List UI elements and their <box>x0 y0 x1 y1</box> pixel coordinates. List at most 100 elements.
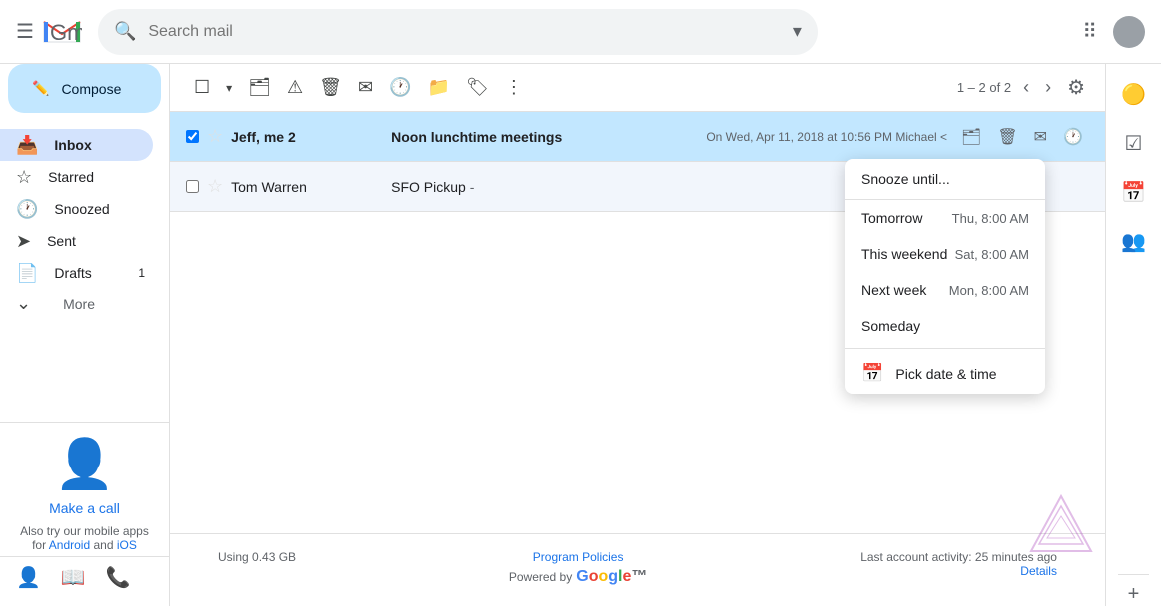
right-panel: 🟡 ☑ 📅 👥 + <box>1105 64 1161 606</box>
tasks-icon[interactable]: ☑ <box>1115 121 1153 166</box>
delete-button[interactable]: 🗑 <box>311 71 350 104</box>
calendar-icon[interactable]: 📅 <box>1111 170 1156 215</box>
snooze-calendar-icon: 📅 <box>861 363 883 384</box>
table-row[interactable]: ☆ Jeff, me 2 Noon lunchtime meetings On … <box>170 112 1105 162</box>
compose-button[interactable]: ✏️ Compose <box>8 64 161 113</box>
search-dropdown-icon[interactable]: ▾ <box>793 21 802 42</box>
starred-icon: ☆ <box>16 167 32 188</box>
topbar: ☰ Gmail 🔍 ▾ ⠿ <box>0 0 1161 64</box>
apps-icon[interactable]: ⠿ <box>1074 11 1105 52</box>
mark-unread-button[interactable]: ✉ <box>350 71 381 104</box>
phone-book-icon[interactable]: 📖 <box>61 565 86 590</box>
people-icon[interactable]: 👤 <box>16 565 41 590</box>
inbox-icon: 📥 <box>16 135 38 156</box>
star-icon-1[interactable]: ☆ <box>207 126 223 147</box>
search-input[interactable] <box>148 23 793 41</box>
sidebar-item-snoozed[interactable]: 🕐 Snoozed <box>0 193 153 225</box>
pagination-text: 1 – 2 of 2 <box>957 80 1011 95</box>
compose-label: Compose <box>61 81 121 97</box>
android-link[interactable]: Android <box>49 538 90 552</box>
sidebar-item-sent-label: Sent <box>47 233 76 249</box>
email-sender-2: Tom Warren <box>231 179 391 195</box>
snoozed-icon: 🕐 <box>16 199 38 220</box>
search-box[interactable]: 🔍 ▾ <box>98 9 818 55</box>
settings-icon[interactable]: ⚙ <box>1063 71 1089 104</box>
sidebar-item-sent[interactable]: ➤ Sent <box>0 225 153 257</box>
archive-button[interactable]: 🗂 <box>240 71 279 104</box>
move-to-button[interactable]: 📁 <box>420 71 458 104</box>
email-meta-1: On Wed, Apr 11, 2018 at 10:56 PM Michael… <box>706 123 1089 151</box>
svg-text:Gmail: Gmail <box>50 20 82 45</box>
email-delete-btn-1[interactable]: 🗑 <box>991 123 1023 151</box>
topbar-right: ⠿ <box>1074 11 1145 52</box>
snooze-next-week[interactable]: Next week Mon, 8:00 AM <box>845 272 1045 308</box>
footer-center: Program Policies Powered by Google™ <box>509 550 648 590</box>
program-policies-link[interactable]: Program Policies <box>509 550 648 564</box>
snooze-next-week-label: Next week <box>861 282 926 298</box>
details-link[interactable]: Details <box>1020 564 1057 578</box>
drafts-badge: 1 <box>138 266 145 280</box>
snooze-toolbar-button[interactable]: 🕐 <box>381 71 419 104</box>
sidebar-more-button[interactable]: ⌄ More <box>0 289 169 318</box>
mobile-apps-text: Also try our mobile apps for Android and… <box>16 524 153 552</box>
snooze-divider <box>845 348 1045 349</box>
make-call-link[interactable]: Make a call <box>16 500 153 516</box>
contacts-icon[interactable]: 👥 <box>1111 219 1156 264</box>
label-button[interactable]: 🏷 <box>458 71 497 104</box>
pagination: 1 – 2 of 2 ‹ › ⚙ <box>957 71 1089 104</box>
sent-icon: ➤ <box>16 231 31 252</box>
google-logo: Google™ <box>576 568 647 586</box>
phone-icon[interactable]: 📞 <box>106 565 131 590</box>
email-subject-1: Noon lunchtime meetings <box>391 129 706 145</box>
snooze-tomorrow[interactable]: Tomorrow Thu, 8:00 AM <box>845 200 1045 236</box>
sidebar-item-drafts[interactable]: 📄 Drafts 1 <box>0 257 153 289</box>
keep-icon[interactable]: 🟡 <box>1111 72 1156 117</box>
snooze-someday-label: Someday <box>861 318 920 334</box>
star-icon-2[interactable]: ☆ <box>207 176 223 197</box>
right-panel-add: + <box>1118 574 1150 606</box>
sidebar-item-starred-label: Starred <box>48 169 94 185</box>
sidebar: ✏️ Compose 📥 Inbox ☆ Starred 🕐 Snoozed ➤… <box>0 64 170 606</box>
email-archive-btn-1[interactable]: 🗂 <box>955 123 987 151</box>
email-snooze-btn-1[interactable]: 🕐 <box>1057 123 1089 151</box>
avatar[interactable] <box>1113 16 1145 48</box>
snooze-tomorrow-time: Thu, 8:00 AM <box>952 211 1029 226</box>
sidebar-item-inbox-label: Inbox <box>54 137 91 153</box>
menu-icon[interactable]: ☰ <box>16 19 34 44</box>
sidebar-item-starred[interactable]: ☆ Starred <box>0 161 153 193</box>
more-actions-button[interactable]: ⋮ <box>497 71 531 104</box>
snooze-pick-date[interactable]: 📅 Pick date & time <box>845 353 1045 394</box>
sidebar-item-inbox[interactable]: 📥 Inbox <box>0 129 153 161</box>
email-snippet-2: - <box>470 179 475 195</box>
pagination-next-button[interactable]: › <box>1041 73 1055 102</box>
footer-row: Using 0.43 GB Program Policies Powered b… <box>186 550 1089 590</box>
toolbar: ☐ ▾ 🗂 ⚠ 🗑 ✉ 🕐 📁 🏷 ⋮ 1 – 2 of 2 ‹ › ⚙ <box>170 64 1105 112</box>
report-spam-button[interactable]: ⚠ <box>279 71 311 104</box>
snooze-dropdown: Snooze until... Tomorrow Thu, 8:00 AM Th… <box>845 159 1045 394</box>
email-mark-unread-btn-1[interactable]: ✉ <box>1028 123 1053 151</box>
email-sender-1: Jeff, me 2 <box>231 129 391 145</box>
pagination-prev-button[interactable]: ‹ <box>1019 73 1033 102</box>
sidebar-bottom-icons: 👤 📖 📞 <box>0 556 169 598</box>
email-checkbox-1[interactable] <box>186 130 199 143</box>
select-dropdown-icon[interactable]: ▾ <box>218 75 240 101</box>
select-all-checkbox[interactable]: ☐ <box>186 71 218 104</box>
snooze-this-weekend[interactable]: This weekend Sat, 8:00 AM <box>845 236 1045 272</box>
main-content: ☐ ▾ 🗂 ⚠ 🗑 ✉ 🕐 📁 🏷 ⋮ 1 – 2 of 2 ‹ › ⚙ ☆ <box>170 64 1105 606</box>
add-addon-icon[interactable]: + <box>1118 573 1150 606</box>
program-policies-anchor[interactable]: Program Policies <box>533 550 624 564</box>
email-subject-text-2: SFO Pickup <box>391 179 466 195</box>
sidebar-item-drafts-label: Drafts <box>54 265 91 281</box>
search-icon: 🔍 <box>114 21 136 42</box>
snooze-header: Snooze until... <box>845 159 1045 200</box>
ios-link[interactable]: iOS <box>117 538 137 552</box>
email-checkbox-2[interactable] <box>186 180 199 193</box>
sidebar-item-snoozed-label: Snoozed <box>54 201 109 217</box>
snooze-tomorrow-label: Tomorrow <box>861 210 922 226</box>
powered-by-text: Powered by <box>509 570 572 584</box>
storage-info: Using 0.43 GB <box>218 550 296 564</box>
email-subject-text-1: Noon lunchtime meetings <box>391 129 562 145</box>
meet-section: 👤 Make a call Also try our mobile apps f… <box>0 422 169 564</box>
compose-plus-icon: ✏️ <box>32 80 49 97</box>
snooze-someday[interactable]: Someday <box>845 308 1045 344</box>
